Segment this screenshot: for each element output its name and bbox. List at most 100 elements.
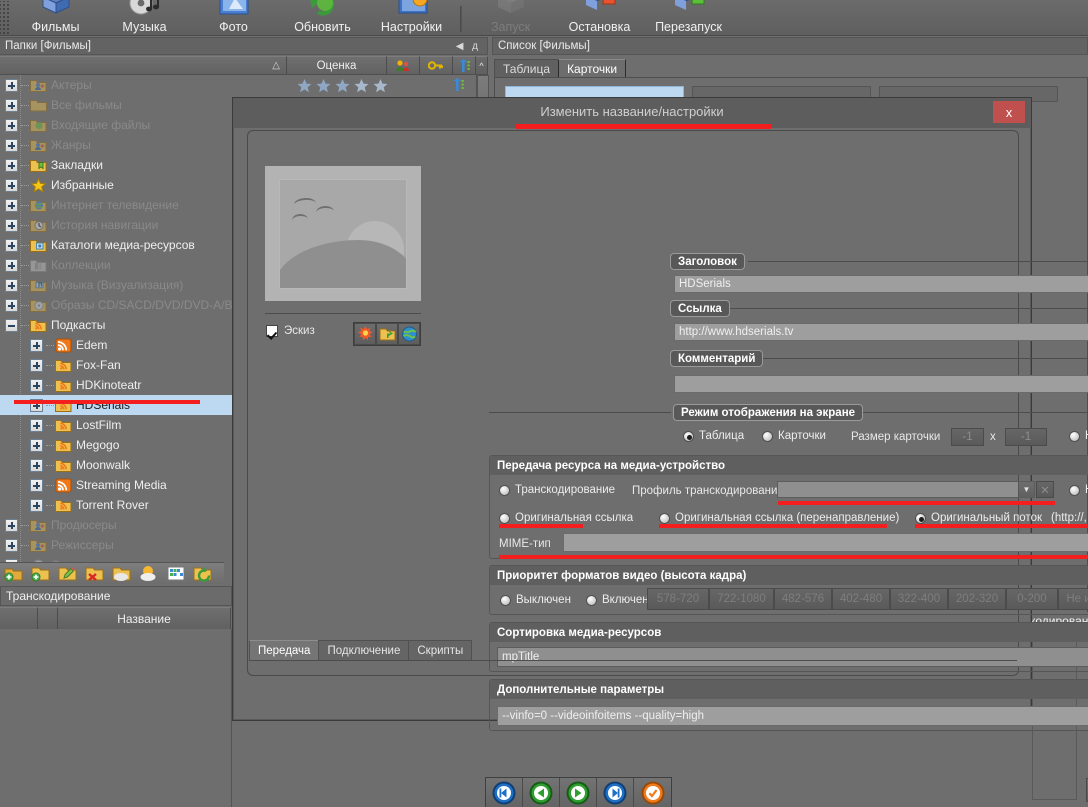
- tab-table[interactable]: Таблица: [494, 59, 559, 78]
- original-link-radio[interactable]: Оригинальная ссылка: [499, 512, 633, 524]
- thumbnail-checkbox[interactable]: [266, 325, 278, 337]
- toolbar-button-settings[interactable]: Настройки: [367, 0, 456, 35]
- radio-cards[interactable]: [762, 431, 773, 442]
- expand-icon[interactable]: [30, 459, 43, 472]
- close-icon[interactable]: x: [993, 101, 1025, 123]
- profile-combo[interactable]: ▼: [777, 481, 1035, 498]
- expand-icon[interactable]: [30, 479, 43, 492]
- add-resource-icon[interactable]: [4, 565, 24, 582]
- add-folder-icon[interactable]: [31, 565, 51, 582]
- expand-icon[interactable]: [5, 119, 18, 132]
- card-width-input[interactable]: -1: [951, 428, 984, 446]
- transcoding-col-2[interactable]: [38, 607, 58, 629]
- expand-icon[interactable]: [5, 219, 18, 232]
- transcoding-col-1[interactable]: [0, 607, 38, 629]
- tree-col-name[interactable]: △: [0, 56, 287, 74]
- star-icon[interactable]: [334, 78, 351, 97]
- expand-icon[interactable]: [30, 419, 43, 432]
- extra-params-input[interactable]: --vinfo=0 --videoinfoitems --quality=hig…: [497, 706, 1088, 726]
- sun-burst-icon[interactable]: [354, 323, 376, 345]
- expand-icon[interactable]: [5, 239, 18, 252]
- video-format-button[interactable]: 202-320: [948, 588, 1006, 610]
- chevron-down-icon[interactable]: ▼: [1018, 482, 1034, 497]
- radio-inherit-transfer[interactable]: [1069, 485, 1080, 496]
- dialog-titlebar[interactable]: Изменить название/настройки x: [233, 98, 1031, 128]
- comment-input[interactable]: [674, 375, 1088, 393]
- original-redirect-radio[interactable]: Оригинальная ссылка (перенаправление): [659, 512, 899, 524]
- expand-icon[interactable]: [5, 299, 18, 312]
- expand-icon[interactable]: [5, 139, 18, 152]
- star-icon[interactable]: [315, 78, 332, 97]
- rating-stars[interactable]: [296, 78, 389, 97]
- radio-inherit-display[interactable]: [1069, 431, 1080, 442]
- delete-folder-icon[interactable]: [85, 565, 105, 582]
- tab-transfer[interactable]: Передача: [249, 640, 319, 660]
- globe-icon[interactable]: [398, 323, 420, 345]
- video-format-button[interactable]: 322-400: [890, 588, 948, 610]
- transcoding-radio[interactable]: Транскодирование: [499, 484, 615, 496]
- expand-icon[interactable]: [30, 359, 43, 372]
- radio-priority-off[interactable]: [500, 595, 511, 606]
- toolbar-button-restart[interactable]: Перезапуск: [644, 0, 733, 35]
- cloud-folder-icon[interactable]: [112, 565, 132, 582]
- transcoding-grid-body[interactable]: [0, 629, 232, 807]
- radio-transcoding[interactable]: [499, 485, 510, 496]
- video-format-button[interactable]: 0-200: [1006, 588, 1058, 610]
- toolbar-button-refresh[interactable]: Обновить: [278, 0, 367, 35]
- expand-icon[interactable]: [5, 259, 18, 272]
- expand-icon[interactable]: [30, 499, 43, 512]
- video-format-button[interactable]: 578-720: [647, 588, 709, 610]
- video-format-button[interactable]: 482-576: [774, 588, 832, 610]
- thumbnail-preview[interactable]: [265, 166, 421, 301]
- expand-icon[interactable]: [5, 179, 18, 192]
- expand-icon[interactable]: [5, 539, 18, 552]
- radio-original-link[interactable]: [499, 513, 510, 524]
- first-record-icon[interactable]: [486, 778, 523, 807]
- next-record-icon[interactable]: [560, 778, 597, 807]
- star-icon[interactable]: [353, 78, 370, 97]
- radio-table[interactable]: [683, 431, 694, 442]
- refresh-folder-icon[interactable]: [193, 565, 213, 582]
- tree-item[interactable]: Актеры: [0, 75, 476, 95]
- expand-icon[interactable]: [5, 199, 18, 212]
- display-mode-cards-radio[interactable]: Карточки: [762, 430, 826, 442]
- display-mode-inherit-radio[interactable]: Наследовать: [1069, 430, 1088, 442]
- card-height-input[interactable]: -1: [1005, 428, 1047, 446]
- transfer-inherit-radio[interactable]: Наследовать: [1069, 484, 1088, 496]
- tab-cards[interactable]: Карточки: [558, 59, 626, 78]
- star-icon[interactable]: [372, 78, 389, 97]
- video-priority-off-radio[interactable]: Выключен: [500, 594, 571, 606]
- thumbnail-checkbox-row[interactable]: Эскиз: [266, 325, 315, 337]
- toolbar-button-movies[interactable]: Фильмы: [11, 0, 100, 35]
- open-folder-icon[interactable]: [376, 323, 398, 345]
- video-format-button[interactable]: 722-1080: [709, 588, 774, 610]
- edit-folder-icon[interactable]: [58, 565, 78, 582]
- tree-col-key-icon[interactable]: [420, 56, 453, 74]
- tab-connection[interactable]: Подключение: [318, 640, 409, 660]
- video-format-button[interactable]: Не использовать:: [1058, 588, 1088, 610]
- toolbar-drag-grip[interactable]: [0, 1, 9, 35]
- expand-icon[interactable]: [30, 379, 43, 392]
- expand-icon[interactable]: [5, 79, 18, 92]
- collapse-icon[interactable]: [5, 319, 18, 332]
- toolbar-button-stop[interactable]: Остановка: [555, 0, 644, 35]
- folders-panel-collapse-icon[interactable]: ◀ д: [456, 41, 481, 52]
- expand-icon[interactable]: [5, 99, 18, 112]
- last-record-icon[interactable]: [597, 778, 634, 807]
- expand-icon[interactable]: [5, 159, 18, 172]
- tree-col-sort-icon[interactable]: [453, 56, 476, 74]
- original-stream-radio[interactable]: Оригинальный поток (http://, rtmp://): [915, 512, 1088, 524]
- weather-icon[interactable]: [139, 565, 159, 582]
- toolbar-button-photo[interactable]: Фото: [189, 0, 278, 35]
- radio-priority-on[interactable]: [586, 595, 597, 606]
- mime-input[interactable]: ?: [563, 533, 1088, 552]
- radio-original-redirect[interactable]: [659, 513, 670, 524]
- grid-icon[interactable]: [166, 565, 186, 582]
- expand-icon[interactable]: [30, 339, 43, 352]
- title-input[interactable]: HDSerials: [674, 275, 1088, 293]
- radio-original-stream[interactable]: [915, 513, 926, 524]
- prev-record-icon[interactable]: [523, 778, 560, 807]
- toolbar-button-music[interactable]: Музыка: [100, 0, 189, 35]
- tree-scroll-up-button[interactable]: ^: [476, 56, 488, 74]
- video-format-button[interactable]: 402-480: [832, 588, 890, 610]
